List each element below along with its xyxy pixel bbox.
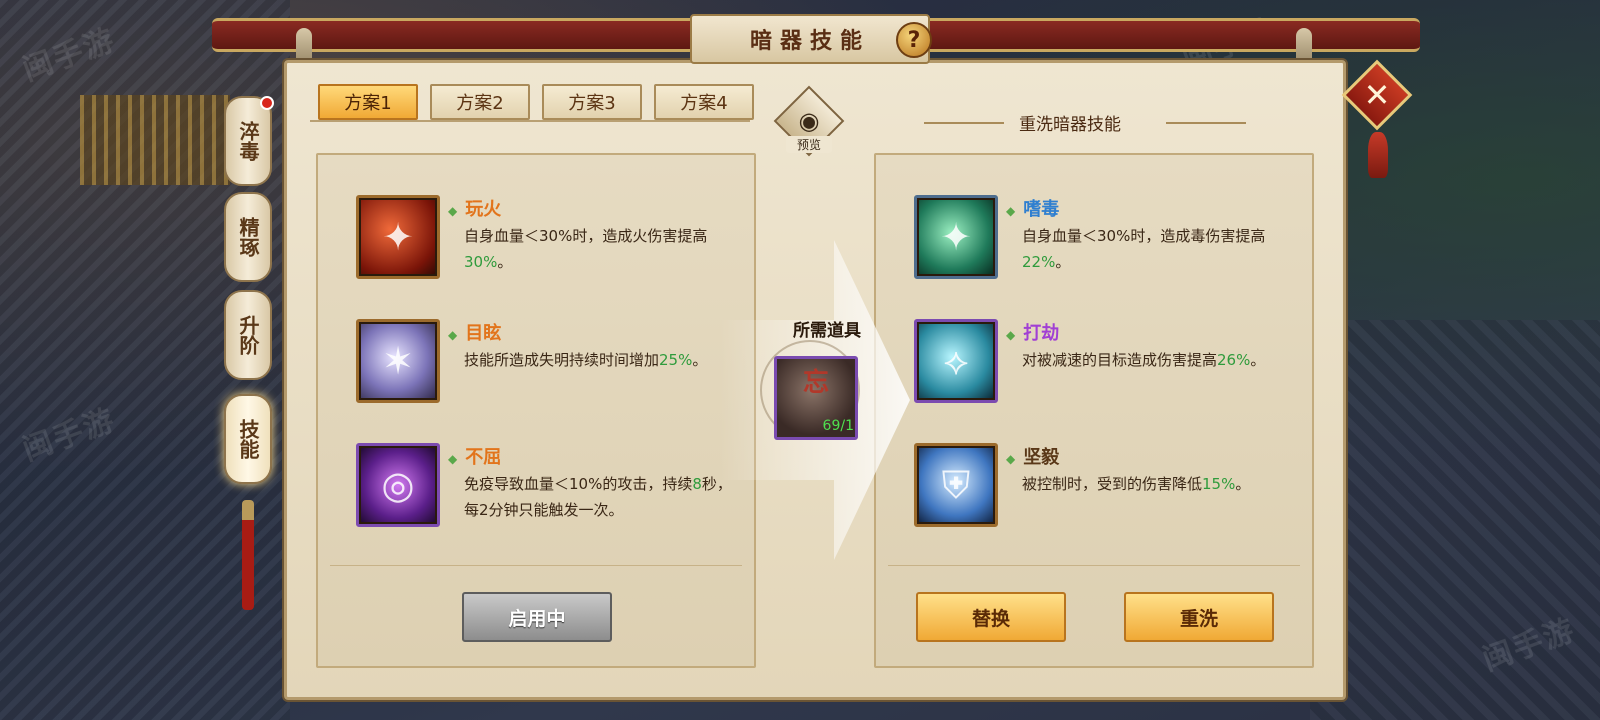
background-lit-window: [80, 95, 230, 185]
skill-entry: ✶ 目眩 技能所造成失明持续时间增加25%。: [356, 319, 736, 409]
preview-label: 预览: [786, 136, 832, 153]
window-title: 暗器技能: [749, 29, 870, 54]
fire-dart-icon[interactable]: ✦: [356, 195, 440, 279]
skill-entry: ✦ 玩火 自身血量＜30%时，造成火伤害提高30%。: [356, 195, 736, 285]
side-tab-label: 淬毒: [236, 121, 260, 161]
side-tab-upgrade[interactable]: 升阶: [224, 290, 272, 380]
in-use-button[interactable]: 启用中: [462, 592, 612, 642]
skill-description: 免疫导致血量＜10%的攻击，持续8秒，每2分钟只能触发一次。: [464, 475, 732, 519]
skill-entry: ◎ 不屈 免疫导致血量＜10%的攻击，持续8秒，每2分钟只能触发一次。: [356, 443, 736, 533]
skill-description: 对被减速的目标造成伤害提高26%。: [1022, 351, 1266, 369]
notification-dot: [260, 96, 274, 110]
skill-description: 自身血量＜30%时，造成毒伤害提高22%。: [1022, 227, 1266, 271]
ice-blade-icon[interactable]: ⟡: [914, 319, 998, 403]
skill-description: 被控制时，受到的伤害降低15%。: [1022, 475, 1251, 493]
reroll-button[interactable]: 重洗: [1124, 592, 1274, 642]
tab-plan-4[interactable]: 方案4: [654, 84, 754, 120]
question-mark-icon[interactable]: ?: [896, 22, 932, 58]
shield-icon[interactable]: ⛨: [914, 443, 998, 527]
replace-button[interactable]: 替换: [916, 592, 1066, 642]
tab-plan-1[interactable]: 方案1: [318, 84, 418, 120]
skill-name: 打劫: [1006, 319, 1059, 345]
box-divider: [330, 565, 742, 566]
skill-name: 玩火: [448, 195, 501, 221]
tassel-decoration: [242, 500, 254, 610]
header-divider: [1166, 122, 1246, 124]
skill-description: 自身血量＜30%时，造成火伤害提高30%。: [464, 227, 708, 271]
skill-entry: ✦ 嗜毒 自身血量＜30%时，造成毒伤害提高22%。: [914, 195, 1294, 285]
skill-entry: ⟡ 打劫 对被减速的目标造成伤害提高26%。: [914, 319, 1294, 409]
tab-plan-3[interactable]: 方案3: [542, 84, 642, 120]
side-tab-skills[interactable]: 技能: [224, 394, 272, 484]
skill-name: 目眩: [448, 319, 501, 345]
close-x-icon[interactable]: ✕: [1352, 70, 1402, 120]
lantern-decoration: [1368, 132, 1388, 178]
box-divider: [888, 565, 1300, 566]
dazzle-claw-icon[interactable]: ✶: [356, 319, 440, 403]
skill-entry: ⛨ 坚毅 被控制时，受到的伤害降低15%。: [914, 443, 1294, 533]
side-tab-refine[interactable]: 精琢: [224, 192, 272, 282]
required-item-label: 所需道具: [793, 321, 861, 341]
item-glyph: 忘: [802, 368, 829, 398]
skill-name: 坚毅: [1006, 443, 1059, 469]
purple-ring-icon[interactable]: ◎: [356, 443, 440, 527]
new-skills-box: ✦ 嗜毒 自身血量＜30%时，造成毒伤害提高22%。 ⟡ 打劫 对被减速的目标造…: [874, 153, 1314, 668]
skill-description: 技能所造成失明持续时间增加25%。: [464, 351, 708, 369]
side-tab-label: 升阶: [236, 315, 260, 355]
skill-name: 嗜毒: [1006, 195, 1059, 221]
item-count: 69/1: [822, 418, 854, 434]
side-tab-poison[interactable]: 淬毒: [224, 96, 274, 186]
side-tab-label: 技能: [236, 419, 260, 459]
poison-dart-icon[interactable]: ✦: [914, 195, 998, 279]
current-skills-box: ✦ 玩火 自身血量＜30%时，造成火伤害提高30%。 ✶ 目眩 技能所造成失明持…: [316, 153, 756, 668]
background-roof-right: [1310, 320, 1600, 720]
tab-plan-2[interactable]: 方案2: [430, 84, 530, 120]
skill-name: 不屈: [448, 443, 501, 469]
tab-underline: [310, 120, 750, 122]
side-tab-label: 精琢: [236, 217, 260, 257]
title-plate: 暗器技能: [690, 14, 930, 64]
